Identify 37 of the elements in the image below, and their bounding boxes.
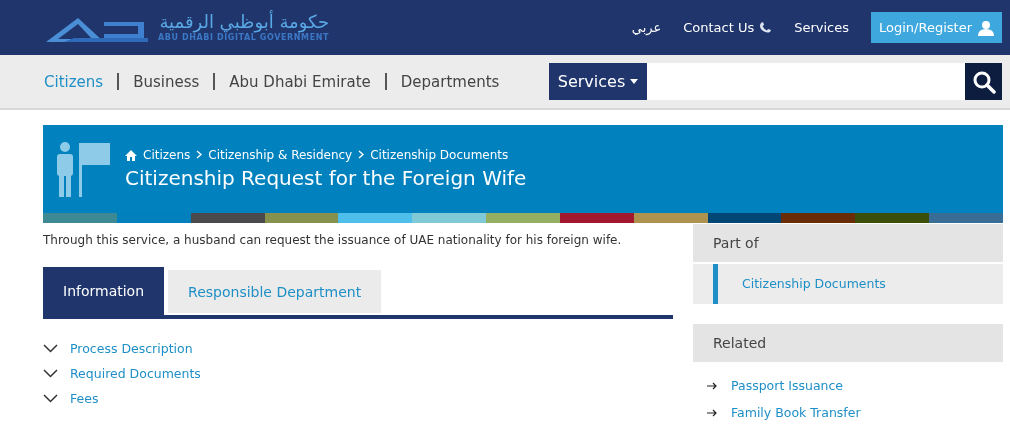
arrow-icon [707, 381, 717, 390]
tab[interactable]: Information [43, 267, 165, 315]
search-field[interactable] [647, 63, 965, 100]
page-title: Citizenship Request for the Foreign Wife [125, 166, 527, 190]
nav-link[interactable]: Departments [400, 72, 500, 91]
tab[interactable]: Responsible Department [168, 270, 382, 313]
accordion-item[interactable]: Fees [43, 391, 673, 406]
arrow-icon [707, 408, 717, 417]
nav-link[interactable]: Business [133, 72, 200, 91]
related-link[interactable]: Passport Issuance [707, 378, 989, 393]
panel-heading: Related [693, 324, 1003, 364]
home-icon [125, 149, 137, 161]
breadcrumb-link[interactable]: Citizenship & Residency [208, 148, 353, 162]
breadcrumb-link[interactable]: Citizens [143, 148, 191, 162]
breadcrumb-link[interactable]: Citizenship Documents [370, 148, 509, 162]
user-icon [978, 19, 994, 36]
header-link[interactable]: Contact Us [683, 20, 773, 35]
chevron-icon [43, 394, 58, 403]
search-button[interactable] [965, 63, 1002, 100]
phone-icon [758, 20, 773, 35]
sidebar-link[interactable]: Citizenship Documents [713, 264, 1003, 304]
header-link[interactable]: عربي [631, 20, 662, 35]
chevron-icon [43, 344, 58, 353]
caret-icon [630, 79, 639, 84]
related-link[interactable]: Family Book Transfer [707, 405, 989, 420]
services-dropdown[interactable]: Services [549, 63, 647, 100]
panel-heading: Part of [693, 224, 1003, 264]
chevron-icon [43, 369, 58, 378]
header-link[interactable]: Services [794, 20, 849, 35]
service-description: Through this service, a husband can request the issuance of UAE nationality for his foreign wife. [43, 233, 623, 247]
nav-link[interactable]: Abu Dhabi Emirate [229, 72, 371, 91]
accordion-item[interactable]: Required Documents [43, 366, 673, 381]
accordion-item[interactable]: Process Description [43, 341, 673, 356]
logo-english-text: ABU DHABI DIGITAL GOVERNMENT [158, 34, 330, 42]
nav-link[interactable]: Citizens [44, 72, 104, 91]
login-button[interactable]: Login/Register [871, 12, 1002, 43]
search-icon [971, 69, 996, 94]
